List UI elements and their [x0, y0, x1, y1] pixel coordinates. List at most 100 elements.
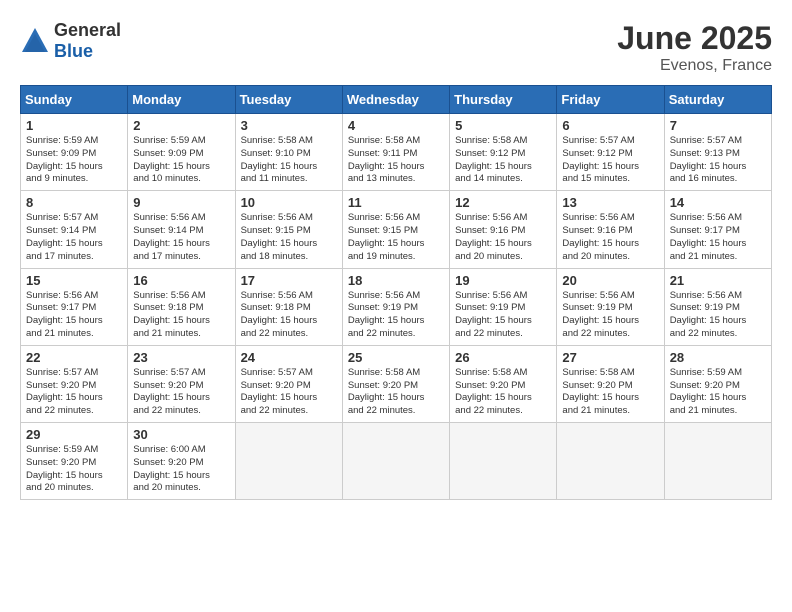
day-info: Sunrise: 5:56 AM Sunset: 9:19 PM Dayligh…	[455, 290, 551, 341]
location-title: Evenos, France	[617, 57, 772, 75]
title-block: June 2025 Evenos, France	[617, 20, 772, 75]
calendar-week-row: 1 Sunrise: 5:59 AM Sunset: 9:09 PM Daylig…	[21, 114, 772, 191]
table-row: 8 Sunrise: 5:57 AM Sunset: 9:14 PM Daylig…	[21, 191, 128, 268]
table-row: 30Sunrise: 6:00 AM Sunset: 9:20 PM Dayli…	[128, 423, 235, 500]
table-row: 3Sunrise: 5:58 AM Sunset: 9:10 PM Daylig…	[235, 114, 342, 191]
table-row	[557, 423, 664, 500]
logo-general-text: General	[54, 20, 121, 41]
day-info: Sunrise: 5:56 AM Sunset: 9:17 PM Dayligh…	[670, 212, 766, 263]
table-row: 14 Sunrise: 5:56 AM Sunset: 9:17 PM Dayli…	[664, 191, 771, 268]
table-row: 13 Sunrise: 5:56 AM Sunset: 9:16 PM Dayli…	[557, 191, 664, 268]
table-row	[450, 423, 557, 500]
month-title: June 2025	[617, 20, 772, 57]
day-number: 13	[562, 195, 658, 210]
page-header: General Blue June 2025 Evenos, France	[20, 20, 772, 75]
day-info: Sunrise: 6:00 AM Sunset: 9:20 PM Dayligh…	[133, 444, 229, 495]
day-info: Sunrise: 5:58 AM Sunset: 9:20 PM Dayligh…	[348, 367, 444, 418]
day-number: 3	[241, 118, 337, 133]
table-row	[664, 423, 771, 500]
day-number: 4	[348, 118, 444, 133]
table-row: 16Sunrise: 5:56 AM Sunset: 9:18 PM Dayli…	[128, 268, 235, 345]
day-number: 18	[348, 273, 444, 288]
table-row: 18 Sunrise: 5:56 AM Sunset: 9:19 PM Dayli…	[342, 268, 449, 345]
day-number: 11	[348, 195, 444, 210]
day-number: 15	[26, 273, 122, 288]
table-row: 12 Sunrise: 5:56 AM Sunset: 9:16 PM Dayli…	[450, 191, 557, 268]
table-row: 10 Sunrise: 5:56 AM Sunset: 9:15 PM Dayli…	[235, 191, 342, 268]
table-row: 2 Sunrise: 5:59 AM Sunset: 9:09 PM Daylig…	[128, 114, 235, 191]
day-info: Sunrise: 5:57 AM Sunset: 9:20 PM Dayligh…	[26, 367, 122, 418]
table-row: 9Sunrise: 5:56 AM Sunset: 9:14 PM Daylig…	[128, 191, 235, 268]
table-row: 15 Sunrise: 5:56 AM Sunset: 9:17 PM Dayli…	[21, 268, 128, 345]
table-row	[342, 423, 449, 500]
day-number: 25	[348, 350, 444, 365]
calendar-week-row: 8 Sunrise: 5:57 AM Sunset: 9:14 PM Daylig…	[21, 191, 772, 268]
day-number: 10	[241, 195, 337, 210]
calendar-table: Sunday Monday Tuesday Wednesday Thursday…	[20, 85, 772, 500]
day-info: Sunrise: 5:56 AM Sunset: 9:17 PM Dayligh…	[26, 290, 122, 341]
day-number: 8	[26, 195, 122, 210]
table-row: 24Sunrise: 5:57 AM Sunset: 9:20 PM Dayli…	[235, 345, 342, 422]
col-tuesday: Tuesday	[235, 86, 342, 114]
day-number: 6	[562, 118, 658, 133]
day-number: 14	[670, 195, 766, 210]
day-number: 5	[455, 118, 551, 133]
table-row: 17Sunrise: 5:56 AM Sunset: 9:18 PM Dayli…	[235, 268, 342, 345]
day-info: Sunrise: 5:59 AM Sunset: 9:09 PM Dayligh…	[26, 135, 122, 186]
day-info: Sunrise: 5:56 AM Sunset: 9:18 PM Dayligh…	[133, 290, 229, 341]
table-row: 21Sunrise: 5:56 AM Sunset: 9:19 PM Dayli…	[664, 268, 771, 345]
logo-blue-text: Blue	[54, 41, 121, 62]
logo-text: General Blue	[54, 20, 121, 62]
table-row: 26 Sunrise: 5:58 AM Sunset: 9:20 PM Dayli…	[450, 345, 557, 422]
day-number: 20	[562, 273, 658, 288]
table-row: 19 Sunrise: 5:56 AM Sunset: 9:19 PM Dayli…	[450, 268, 557, 345]
table-row: 7Sunrise: 5:57 AM Sunset: 9:13 PM Daylig…	[664, 114, 771, 191]
col-thursday: Thursday	[450, 86, 557, 114]
day-number: 12	[455, 195, 551, 210]
table-row: 1 Sunrise: 5:59 AM Sunset: 9:09 PM Daylig…	[21, 114, 128, 191]
col-wednesday: Wednesday	[342, 86, 449, 114]
table-row: 25 Sunrise: 5:58 AM Sunset: 9:20 PM Dayli…	[342, 345, 449, 422]
table-row: 5Sunrise: 5:58 AM Sunset: 9:12 PM Daylig…	[450, 114, 557, 191]
table-row: 11 Sunrise: 5:56 AM Sunset: 9:15 PM Dayli…	[342, 191, 449, 268]
col-saturday: Saturday	[664, 86, 771, 114]
day-info: Sunrise: 5:59 AM Sunset: 9:09 PM Dayligh…	[133, 135, 229, 186]
day-info: Sunrise: 5:56 AM Sunset: 9:16 PM Dayligh…	[455, 212, 551, 263]
table-row: 6 Sunrise: 5:57 AM Sunset: 9:12 PM Daylig…	[557, 114, 664, 191]
table-row: 20 Sunrise: 5:56 AM Sunset: 9:19 PM Dayli…	[557, 268, 664, 345]
day-info: Sunrise: 5:57 AM Sunset: 9:20 PM Dayligh…	[133, 367, 229, 418]
col-friday: Friday	[557, 86, 664, 114]
day-info: Sunrise: 5:57 AM Sunset: 9:20 PM Dayligh…	[241, 367, 337, 418]
table-row: 29Sunrise: 5:59 AM Sunset: 9:20 PM Dayli…	[21, 423, 128, 500]
table-row: 27Sunrise: 5:58 AM Sunset: 9:20 PM Dayli…	[557, 345, 664, 422]
table-row: 28Sunrise: 5:59 AM Sunset: 9:20 PM Dayli…	[664, 345, 771, 422]
day-number: 1	[26, 118, 122, 133]
day-info: Sunrise: 5:56 AM Sunset: 9:15 PM Dayligh…	[348, 212, 444, 263]
day-info: Sunrise: 5:56 AM Sunset: 9:14 PM Dayligh…	[133, 212, 229, 263]
table-row: 23Sunrise: 5:57 AM Sunset: 9:20 PM Dayli…	[128, 345, 235, 422]
day-number: 19	[455, 273, 551, 288]
col-monday: Monday	[128, 86, 235, 114]
day-number: 26	[455, 350, 551, 365]
day-number: 22	[26, 350, 122, 365]
day-info: Sunrise: 5:59 AM Sunset: 9:20 PM Dayligh…	[26, 444, 122, 495]
day-info: Sunrise: 5:58 AM Sunset: 9:20 PM Dayligh…	[562, 367, 658, 418]
day-info: Sunrise: 5:56 AM Sunset: 9:16 PM Dayligh…	[562, 212, 658, 263]
day-number: 2	[133, 118, 229, 133]
day-info: Sunrise: 5:57 AM Sunset: 9:14 PM Dayligh…	[26, 212, 122, 263]
day-info: Sunrise: 5:56 AM Sunset: 9:15 PM Dayligh…	[241, 212, 337, 263]
calendar-header-row: Sunday Monday Tuesday Wednesday Thursday…	[21, 86, 772, 114]
day-info: Sunrise: 5:56 AM Sunset: 9:19 PM Dayligh…	[670, 290, 766, 341]
day-info: Sunrise: 5:59 AM Sunset: 9:20 PM Dayligh…	[670, 367, 766, 418]
table-row: 4 Sunrise: 5:58 AM Sunset: 9:11 PM Daylig…	[342, 114, 449, 191]
calendar-week-row: 22 Sunrise: 5:57 AM Sunset: 9:20 PM Dayli…	[21, 345, 772, 422]
col-sunday: Sunday	[21, 86, 128, 114]
day-info: Sunrise: 5:56 AM Sunset: 9:19 PM Dayligh…	[348, 290, 444, 341]
day-info: Sunrise: 5:58 AM Sunset: 9:11 PM Dayligh…	[348, 135, 444, 186]
day-info: Sunrise: 5:57 AM Sunset: 9:12 PM Dayligh…	[562, 135, 658, 186]
day-info: Sunrise: 5:58 AM Sunset: 9:20 PM Dayligh…	[455, 367, 551, 418]
day-info: Sunrise: 5:56 AM Sunset: 9:18 PM Dayligh…	[241, 290, 337, 341]
table-row	[235, 423, 342, 500]
calendar-week-row: 15 Sunrise: 5:56 AM Sunset: 9:17 PM Dayli…	[21, 268, 772, 345]
day-info: Sunrise: 5:56 AM Sunset: 9:19 PM Dayligh…	[562, 290, 658, 341]
